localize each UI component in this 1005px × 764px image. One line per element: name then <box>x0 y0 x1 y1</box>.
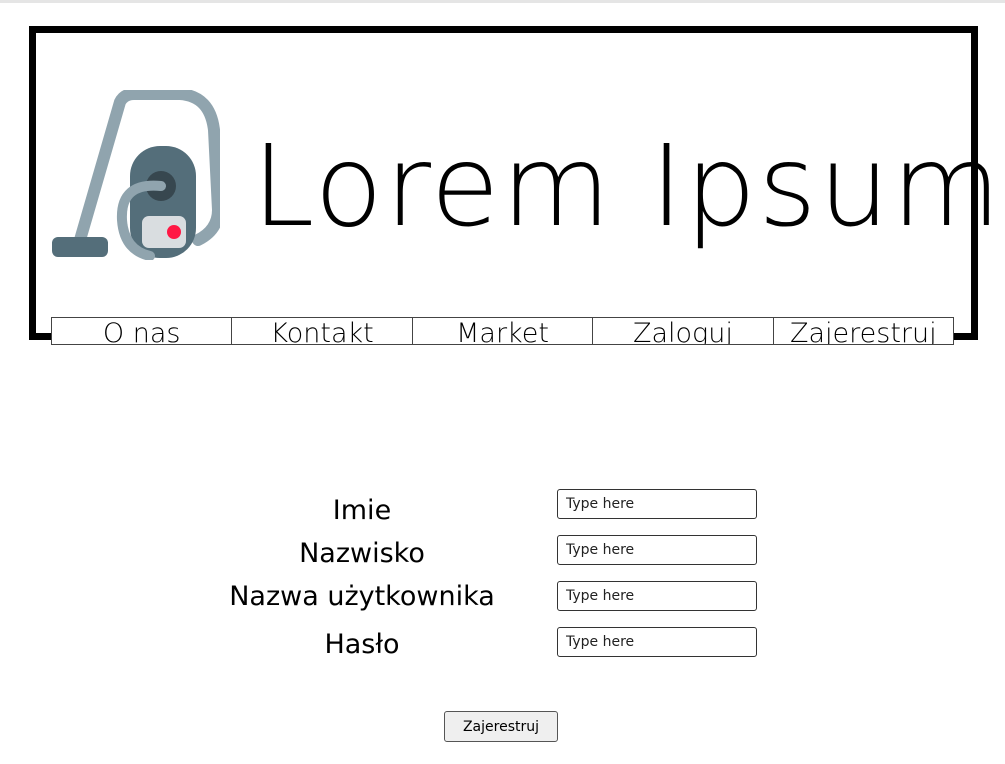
nav-item-zajerestruj[interactable]: Zajerestruj <box>774 318 953 344</box>
nav-item-zaloguj[interactable]: Zaloguj <box>593 318 774 344</box>
window-top-edge <box>0 0 1005 3</box>
first-name-label: Imie <box>332 495 392 526</box>
nav-item-kontakt[interactable]: Kontakt <box>232 318 413 344</box>
vacuum-cleaner-icon <box>52 90 220 260</box>
main-nav: O nas Kontakt Market Zaloguj Zajerestruj <box>51 317 954 345</box>
first-name-input[interactable] <box>557 489 757 519</box>
username-input[interactable] <box>557 581 757 611</box>
last-name-label: Nazwisko <box>299 538 425 569</box>
username-label: Nazwa użytkownika <box>229 581 495 612</box>
register-button[interactable]: Zajerestruj <box>444 711 558 742</box>
brand-title: Lorem Ipsum <box>252 122 1003 252</box>
last-name-input[interactable] <box>557 535 757 565</box>
nav-item-market[interactable]: Market <box>413 318 594 344</box>
password-label: Hasło <box>324 629 400 660</box>
password-input[interactable] <box>557 627 757 657</box>
nav-item-o-nas[interactable]: O nas <box>52 318 233 344</box>
